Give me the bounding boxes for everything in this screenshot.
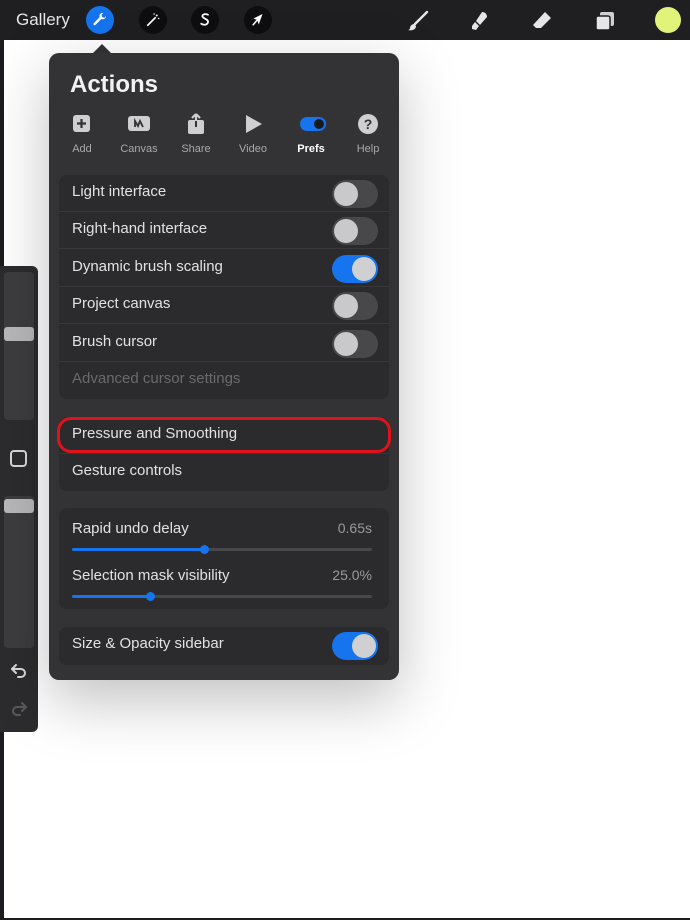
tab-video[interactable]: Video <box>226 113 280 155</box>
undo-icon[interactable] <box>9 660 29 680</box>
top-toolbar: Gallery <box>0 0 690 40</box>
pref-row-right-hand-interface: Right-hand interface <box>59 212 389 249</box>
share-icon <box>184 113 208 135</box>
opacity-slider[interactable] <box>4 496 34 648</box>
brush-size-slider-thumb[interactable] <box>4 327 34 342</box>
tab-add[interactable]: Add <box>55 113 109 155</box>
tab-share[interactable]: Share <box>169 113 223 155</box>
project-canvas-toggle[interactable] <box>332 292 378 320</box>
actions-tabs: Add Canvas Share Video Prefs ? Help <box>55 113 395 155</box>
actions-popover: Actions Add Canvas Share Video Prefs ? H… <box>49 53 399 680</box>
sidebar-toggle-group: Size & Opacity sidebar <box>59 627 389 665</box>
opacity-slider-thumb[interactable] <box>4 499 34 514</box>
tab-canvas[interactable]: Canvas <box>112 113 166 155</box>
brush-icon[interactable] <box>405 8 431 34</box>
rapid-undo-delay-row: Rapid undo delay 0.65s <box>59 516 389 562</box>
color-picker-button[interactable] <box>655 7 681 33</box>
slider-thumb[interactable] <box>146 592 155 601</box>
pref-row-brush-cursor: Brush cursor <box>59 325 389 362</box>
modify-button[interactable] <box>10 450 27 467</box>
wrench-icon[interactable] <box>86 6 114 34</box>
interface-prefs-group: Light interface Right-hand interface Dyn… <box>59 175 389 399</box>
layers-icon[interactable] <box>592 8 618 34</box>
prefs-toggle-icon <box>299 113 326 135</box>
magic-wand-icon[interactable] <box>139 6 167 34</box>
slider-fill <box>72 595 150 598</box>
right-hand-interface-toggle[interactable] <box>332 217 378 245</box>
pref-row-light-interface: Light interface <box>59 175 389 212</box>
dynamic-brush-scaling-toggle[interactable] <box>332 255 378 283</box>
smudge-icon[interactable] <box>467 8 493 34</box>
slider-thumb[interactable] <box>200 545 209 554</box>
slider-fill <box>72 548 204 551</box>
pref-row-dynamic-brush-scaling: Dynamic brush scaling <box>59 250 389 287</box>
canvas-icon <box>127 113 151 135</box>
sliders-group: Rapid undo delay 0.65s Selection mask vi… <box>59 508 389 609</box>
gesture-controls-row[interactable]: Gesture controls <box>59 454 389 491</box>
svg-text:?: ? <box>364 116 373 132</box>
selection-mask-visibility-row: Selection mask visibility 25.0% <box>59 563 389 609</box>
add-icon <box>70 113 94 135</box>
light-interface-toggle[interactable] <box>332 180 378 208</box>
rapid-undo-delay-slider[interactable] <box>72 545 372 554</box>
selection-mask-visibility-slider[interactable] <box>72 592 372 601</box>
brush-cursor-toggle[interactable] <box>332 330 378 358</box>
help-icon: ? <box>356 113 380 135</box>
brush-size-slider[interactable] <box>4 272 34 420</box>
pref-row-size-opacity-sidebar: Size & Opacity sidebar <box>59 627 389 664</box>
tab-prefs[interactable]: Prefs <box>284 113 338 155</box>
pref-row-project-canvas: Project canvas <box>59 287 389 324</box>
selection-s-icon[interactable] <box>191 6 219 34</box>
gallery-button[interactable]: Gallery <box>16 10 70 30</box>
highlight-outline <box>57 417 391 453</box>
redo-icon[interactable] <box>9 698 29 718</box>
left-sidebar <box>0 266 38 732</box>
tab-help[interactable]: ? Help <box>341 113 395 155</box>
popover-title: Actions <box>70 71 159 98</box>
size-opacity-sidebar-toggle[interactable] <box>332 632 378 660</box>
advanced-cursor-settings-row: Advanced cursor settings <box>72 370 241 387</box>
video-play-icon <box>241 113 265 135</box>
transform-arrow-icon[interactable] <box>244 6 272 34</box>
eraser-icon[interactable] <box>529 8 555 34</box>
